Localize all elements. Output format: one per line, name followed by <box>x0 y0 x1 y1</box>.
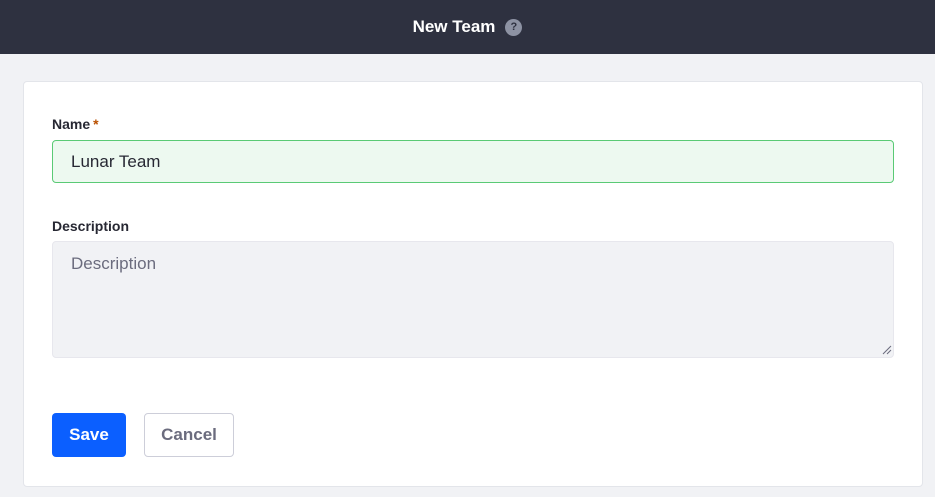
header-bar: New Team ? <box>0 0 935 54</box>
help-icon[interactable]: ? <box>505 18 523 36</box>
name-label-text: Name <box>52 116 91 132</box>
name-label: Name * <box>52 116 99 132</box>
description-textarea[interactable] <box>52 241 894 358</box>
form-card: Name* Description Save Cancel <box>23 81 923 487</box>
save-button[interactable]: Save <box>52 413 126 457</box>
name-input[interactable] <box>52 140 894 183</box>
description-label: Description <box>52 218 130 234</box>
required-marker: * <box>93 116 99 132</box>
resize-handle-icon[interactable] <box>882 345 892 355</box>
page-title: New Team <box>412 17 496 36</box>
cancel-button[interactable]: Cancel <box>144 413 234 457</box>
